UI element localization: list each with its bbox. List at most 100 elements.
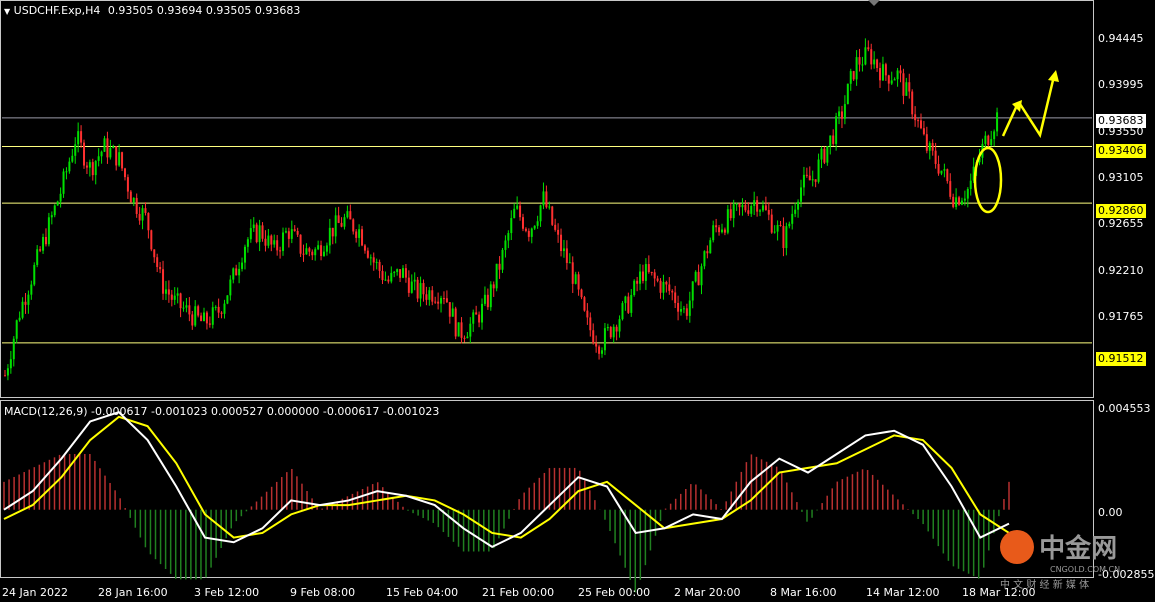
candle-body xyxy=(987,135,990,145)
candle-body xyxy=(273,240,276,245)
candle-body xyxy=(463,337,466,339)
candle-body xyxy=(618,319,621,332)
candle-body xyxy=(337,215,340,223)
candle-body xyxy=(823,148,826,163)
candle-body xyxy=(800,187,802,202)
candle-body xyxy=(609,327,612,338)
candle-body xyxy=(416,279,419,299)
candle-body xyxy=(855,57,858,80)
dropdown-triangle-icon[interactable]: ▼ xyxy=(4,7,10,16)
candle-body xyxy=(791,213,794,224)
candle-body xyxy=(4,375,6,377)
candle-body xyxy=(489,284,492,308)
candle-body xyxy=(375,261,378,263)
candle-body xyxy=(598,346,601,354)
candle-body xyxy=(211,307,214,325)
candle-body xyxy=(252,224,255,229)
candle-body xyxy=(700,266,703,286)
candle-body xyxy=(747,210,750,214)
candle-body xyxy=(530,228,533,237)
candle-body xyxy=(167,289,170,295)
candle-body xyxy=(361,229,364,246)
candle-body xyxy=(153,249,156,258)
candle-body xyxy=(557,229,560,235)
candle-body xyxy=(764,205,767,210)
candle-body xyxy=(451,308,454,317)
candle-body xyxy=(399,269,402,278)
candle-body xyxy=(200,315,203,322)
candle-body xyxy=(521,217,524,229)
candle-body xyxy=(756,200,759,212)
candle-body xyxy=(615,326,618,332)
candle-body xyxy=(80,131,83,143)
candle-body xyxy=(106,138,109,158)
candle-body xyxy=(753,200,756,206)
candle-body xyxy=(475,312,478,315)
candle-body xyxy=(486,294,489,308)
candle-body xyxy=(328,227,331,246)
candle-body xyxy=(715,225,718,228)
candle-body xyxy=(548,206,551,208)
candle-body xyxy=(422,283,425,295)
candle-body xyxy=(50,215,53,218)
candle-body xyxy=(390,272,393,282)
candle-body xyxy=(595,343,598,347)
candle-body xyxy=(255,224,258,243)
candle-body xyxy=(6,368,9,376)
candle-body xyxy=(931,143,934,151)
candle-body xyxy=(621,303,624,320)
candle-body xyxy=(129,191,132,203)
candle-body xyxy=(290,229,293,239)
time-tick: 28 Jan 16:00 xyxy=(98,586,168,599)
candle-body xyxy=(434,301,437,303)
candle-body xyxy=(524,228,527,231)
candle-body xyxy=(366,250,369,258)
candle-body xyxy=(191,314,194,326)
candle-body xyxy=(779,224,782,227)
candle-body xyxy=(121,152,124,169)
candle-body xyxy=(466,336,469,339)
current-price-box: 0.93683 xyxy=(1096,114,1146,128)
candle-body xyxy=(703,251,706,267)
candle-body xyxy=(185,305,188,308)
candle-body xyxy=(601,350,603,354)
time-tick: 2 Mar 20:00 xyxy=(674,586,741,599)
candle-body xyxy=(53,205,56,216)
horizontal-levels xyxy=(2,117,1092,344)
candle-body xyxy=(682,308,685,310)
candle-body xyxy=(188,305,191,315)
candle-body xyxy=(776,224,779,232)
candle-body xyxy=(132,197,135,203)
candle-body xyxy=(788,223,791,227)
watermark: 中金网 xyxy=(1000,528,1117,565)
candle-body xyxy=(205,312,208,324)
candle-body xyxy=(761,205,764,211)
candle-body xyxy=(481,303,484,323)
candle-body xyxy=(536,221,539,226)
candle-body xyxy=(510,218,513,234)
candle-body xyxy=(966,188,969,199)
level-box-2: 0.92860 xyxy=(1096,204,1146,218)
candle-body xyxy=(858,57,861,65)
candle-body xyxy=(744,204,747,211)
candle-body xyxy=(334,215,337,237)
candle-body xyxy=(943,169,946,171)
candle-body xyxy=(919,120,922,129)
candle-body xyxy=(94,160,97,176)
candle-body xyxy=(533,225,536,229)
candle-body xyxy=(346,211,349,218)
candle-body xyxy=(261,225,264,239)
candle-body xyxy=(870,49,873,65)
candle-body xyxy=(442,298,445,300)
candle-body xyxy=(647,264,650,272)
candle-body xyxy=(934,150,937,164)
candle-body xyxy=(387,279,390,282)
candle-body xyxy=(928,143,931,151)
candle-body xyxy=(782,226,785,249)
candle-body xyxy=(650,271,653,273)
candle-body xyxy=(308,248,311,252)
candle-body xyxy=(358,229,361,238)
scroll-marker-icon[interactable] xyxy=(868,0,880,6)
candle-body xyxy=(36,249,39,265)
time-tick: 24 Jan 2022 xyxy=(2,586,68,599)
